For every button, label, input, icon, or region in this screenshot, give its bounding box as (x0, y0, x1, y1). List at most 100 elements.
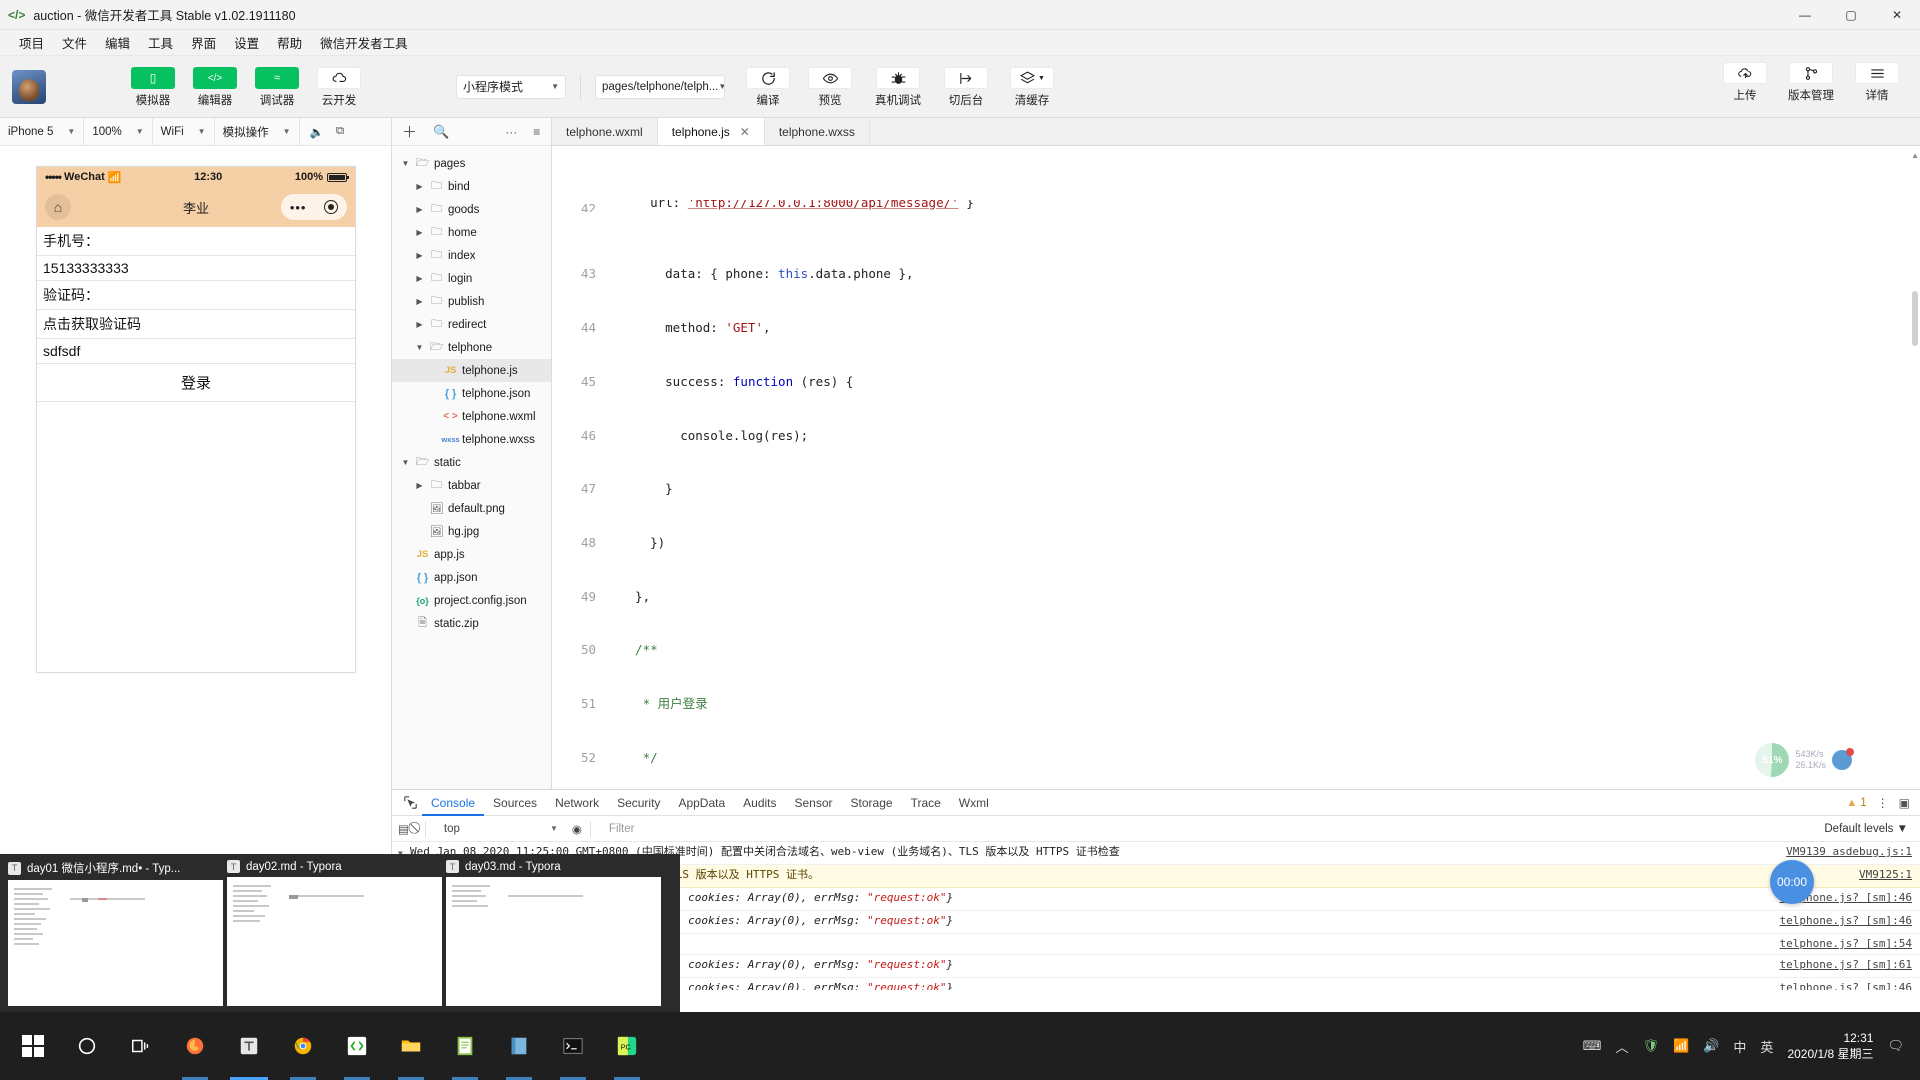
tab-wxml[interactable]: Wxml (950, 790, 998, 816)
tree-node-static[interactable]: ▼ 🗁 static (392, 451, 551, 474)
preview-item[interactable]: T day03.md - Typora (446, 860, 661, 1006)
tree-node-app-js[interactable]: JS app.js (392, 543, 551, 566)
close-icon[interactable]: ✕ (740, 125, 750, 139)
chevron-right-icon[interactable]: ▶ (414, 182, 425, 191)
ime-cn-icon[interactable]: 中 (1733, 1037, 1746, 1056)
tree-node-publish[interactable]: ▶ 🗀 publish (392, 290, 551, 313)
filter-input[interactable]: Filter (599, 823, 1816, 835)
volume-icon[interactable]: 🔊 (1703, 1038, 1719, 1054)
search-icon[interactable]: 🔍 (433, 124, 449, 140)
tree-node-goods[interactable]: ▶ 🗀 goods (392, 198, 551, 221)
pycharm-app[interactable]: PC (600, 1012, 654, 1080)
context-select[interactable]: top ▼ (434, 823, 564, 835)
mode-select[interactable]: 小程序模式 ▼ (456, 74, 566, 99)
tab-telphone-wxss[interactable]: telphone.wxss (765, 118, 870, 145)
tree-node-hg-jpg[interactable]: 🖼 hg.jpg (392, 520, 551, 543)
tree-node-telphone-js[interactable]: JS telphone.js (392, 359, 551, 382)
tab-trace[interactable]: Trace (902, 790, 950, 816)
tab-console[interactable]: Console (422, 790, 484, 816)
eye-icon[interactable]: ◉ (572, 822, 582, 836)
tree-node-static-zip[interactable]: 🗎 static.zip (392, 612, 551, 635)
menu-item-ui[interactable]: 界面 (182, 30, 225, 55)
sidebar-icon[interactable]: ▤ (398, 822, 409, 836)
menu-item-file[interactable]: 文件 (53, 30, 96, 55)
log-levels-select[interactable]: Default levels ▼ (1824, 823, 1920, 835)
network-select[interactable]: WiFi ▼ (153, 117, 215, 146)
device-select[interactable]: iPhone 5 ▼ (0, 117, 85, 146)
preview-item[interactable]: T day01 微信小程序.md• - Typ... (8, 860, 223, 1006)
keyboard-icon[interactable]: ⌨ (1583, 1038, 1602, 1054)
tab-telphone-wxml[interactable]: telphone.wxml (552, 118, 658, 145)
editor-button[interactable]: </> 编辑器 (186, 65, 244, 108)
avatar[interactable] (12, 69, 46, 104)
debugger-button[interactable]: ≈ 调试器 (248, 65, 306, 108)
scroll-up-arrow-icon[interactable]: ▲ (1911, 151, 1919, 160)
phone-input[interactable]: 15133333333 (37, 256, 355, 281)
ime-en-icon[interactable]: 英 (1760, 1037, 1773, 1056)
typora-app[interactable] (222, 1012, 276, 1080)
rotate-icon[interactable]: ⧉ (336, 125, 344, 138)
chevron-down-icon[interactable]: ▼ (400, 159, 411, 168)
editor-scrollbar[interactable] (1912, 291, 1918, 346)
file-explorer-app[interactable] (384, 1012, 438, 1080)
target-icon[interactable] (324, 200, 339, 214)
real-device-debug-button[interactable]: 真机调试 (863, 65, 933, 108)
simulate-action-select[interactable]: 模拟操作 ▼ (215, 117, 300, 146)
taskbar-clock[interactable]: 12:31 2020/1/8 星期三 (1787, 1030, 1873, 1062)
tree-node-tabbar[interactable]: ▶ 🗀 tabbar (392, 474, 551, 497)
zoom-select[interactable]: 100% ▼ (84, 117, 153, 146)
console-log-source-link[interactable]: telphone.js? [sm]:46 (1780, 981, 1912, 990)
tab-appdata[interactable]: AppData (669, 790, 734, 816)
network-icon[interactable]: 📶 (1673, 1038, 1689, 1054)
tree-node-login[interactable]: ▶ 🗀 login (392, 267, 551, 290)
page-select[interactable]: pages/telphone/telph... ▼ (595, 74, 725, 99)
volume-icon[interactable]: 🔈 (310, 125, 324, 139)
chevron-right-icon[interactable]: ▶ (414, 228, 425, 237)
console-log-source-link[interactable]: VM9139 asdebug.js:1 (1786, 845, 1912, 859)
close-button[interactable]: ✕ (1874, 0, 1920, 30)
console-log-source-link[interactable]: telphone.js? [sm]:54 (1780, 937, 1912, 951)
maximize-button[interactable]: ▢ (1828, 0, 1874, 30)
tree-node-redirect[interactable]: ▶ 🗀 redirect (392, 313, 551, 336)
terminal-app[interactable] (546, 1012, 600, 1080)
tree-node-bind[interactable]: ▶ 🗀 bind (392, 175, 551, 198)
chevron-right-icon[interactable]: ▶ (414, 297, 425, 306)
version-control-button[interactable]: 版本管理 (1778, 60, 1844, 103)
menu-item-project[interactable]: 项目 (10, 30, 53, 55)
upload-button[interactable]: 上传 (1716, 60, 1774, 103)
login-button[interactable]: 登录 (37, 364, 355, 402)
preview-button[interactable]: 预览 (801, 65, 859, 108)
tab-sources[interactable]: Sources (484, 790, 546, 816)
chevron-right-icon[interactable]: ▶ (414, 320, 425, 329)
menu-item-devtools[interactable]: 微信开发者工具 (311, 30, 417, 55)
firefox-app[interactable] (168, 1012, 222, 1080)
inspect-element-icon[interactable] (398, 794, 422, 811)
start-button[interactable] (6, 1012, 60, 1080)
background-button[interactable]: 切后台 (937, 65, 995, 108)
sort-icon[interactable]: ≡ (533, 125, 540, 139)
details-button[interactable]: 详情 (1848, 60, 1906, 103)
more-icon[interactable]: ··· (505, 125, 517, 139)
add-icon[interactable]: ＋ (402, 121, 417, 142)
tab-security[interactable]: Security (608, 790, 669, 816)
chevron-down-icon[interactable]: ▼ (400, 458, 411, 467)
cloud-dev-button[interactable]: 云开发 (310, 65, 368, 108)
preview-item[interactable]: T day02.md - Typora (227, 860, 442, 1006)
compile-button[interactable]: 编译 (739, 65, 797, 108)
console-log-source-link[interactable]: telphone.js? [sm]:61 (1780, 958, 1912, 972)
tab-audits[interactable]: Audits (734, 790, 785, 816)
tree-node-pages[interactable]: ▼ 🗁 pages (392, 152, 551, 175)
dock-icon[interactable]: ▣ (1899, 796, 1910, 810)
tree-node-telphone[interactable]: ▼ 🗁 telphone (392, 336, 551, 359)
chevron-up-icon[interactable]: ︿ (1616, 1037, 1629, 1056)
tree-node-telphone-wxml[interactable]: < > telphone.wxml (392, 405, 551, 428)
tab-sensor[interactable]: Sensor (786, 790, 842, 816)
tree-node-telphone-json[interactable]: { } telphone.json (392, 382, 551, 405)
simulator-button[interactable]: ▯ 模拟器 (124, 65, 182, 108)
globe-icon[interactable] (1832, 748, 1854, 770)
notification-icon[interactable]: 🗨 (1887, 1038, 1904, 1054)
wechat-devtools-app[interactable] (330, 1012, 384, 1080)
tree-node-default-png[interactable]: 🖼 default.png (392, 497, 551, 520)
menu-item-tools[interactable]: 工具 (139, 30, 182, 55)
more-vertical-icon[interactable]: ⋮ (1877, 796, 1889, 810)
